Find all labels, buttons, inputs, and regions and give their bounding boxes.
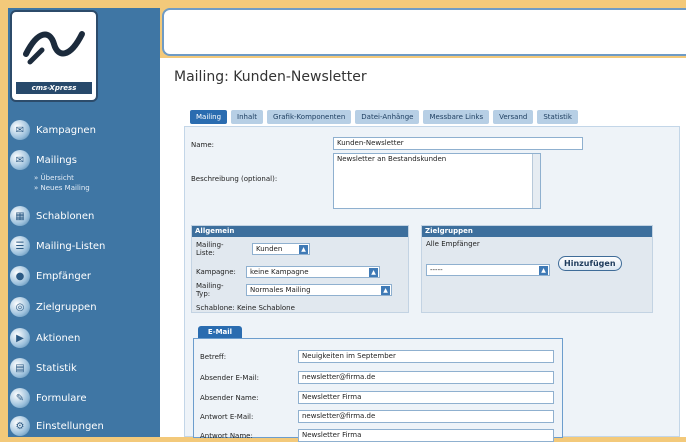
sidebar-item-label: Schablonen [36, 210, 95, 222]
sidebar-item-statistik[interactable]: ▤ Statistik [10, 356, 158, 380]
sidebar-item-zielgruppen[interactable]: ◎ Zielgruppen [10, 295, 158, 319]
sidebar-subitem-new-mailing[interactable]: » Neues Mailing [34, 184, 90, 192]
top-bar-panel [162, 8, 686, 56]
sidebar-item-label: Kampagnen [36, 124, 96, 136]
add-target-group-button[interactable]: Hinzufügen [558, 256, 622, 271]
sidebar-item-kampagnen[interactable]: ✉ Kampagnen [10, 118, 158, 142]
tab-statistik[interactable]: Statistik [537, 110, 578, 124]
tab-datei-anhaenge[interactable]: Datei-Anhänge [355, 110, 420, 124]
mailing-type-select[interactable]: Normales Mailing ▲ [246, 284, 392, 296]
tab-bar: Mailing Inhalt Grafik-Komponenten Datei-… [190, 110, 578, 124]
sidebar-item-label: Einstellungen [36, 420, 104, 432]
sidebar-item-aktionen[interactable]: ▶ Aktionen [10, 326, 158, 350]
reply-email-label: Antwort E-Mail: [200, 413, 254, 421]
logo-text: cms-Xpress [16, 82, 92, 94]
dropdown-arrow-icon: ▲ [299, 245, 308, 254]
mailing-type-label: Mailing-Typ: [196, 282, 224, 298]
general-box: Allgemein Mailing-Liste: Kunden ▲ Kampag… [191, 225, 409, 313]
mail-icon: ✉ [10, 150, 30, 170]
statistics-icon: ▤ [10, 358, 30, 378]
email-settings-box: Betreff: Neuigkeiten im September Absend… [193, 338, 563, 442]
logo: cms-Xpress [10, 10, 98, 102]
sidebar-item-label: Zielgruppen [36, 301, 97, 313]
dropdown-arrow-icon: ▲ [369, 268, 378, 277]
dropdown-arrow-icon: ▲ [381, 286, 390, 295]
sidebar-item-label: Mailings [36, 154, 77, 166]
tab-versand[interactable]: Versand [493, 110, 534, 124]
general-header: Allgemein [192, 226, 408, 237]
mailing-list-label: Mailing-Liste: [196, 241, 224, 257]
description-textarea[interactable]: Newsletter an Bestandskunden [333, 153, 541, 209]
target-group-select[interactable]: ----- ▲ [426, 264, 550, 276]
campaign-select[interactable]: keine Kampagne ▲ [246, 266, 380, 278]
sender-email-label: Absender E-Mail: [200, 374, 260, 382]
sender-name-label: Absender Name: [200, 394, 259, 402]
list-icon: ☰ [10, 236, 30, 256]
sender-name-input[interactable]: Newsletter Firma [298, 391, 554, 404]
dropdown-arrow-icon: ▲ [539, 266, 548, 275]
reply-email-input[interactable]: newsletter@firma.de [298, 410, 554, 423]
page-title: Mailing: Kunden-Newsletter [174, 69, 367, 85]
action-icon: ▶ [10, 328, 30, 348]
sidebar-item-label: Aktionen [36, 332, 81, 344]
top-bar [160, 0, 686, 58]
target-group-icon: ◎ [10, 297, 30, 317]
target-groups-header: Zielgruppen [422, 226, 652, 237]
sidebar-item-label: Formulare [36, 392, 87, 404]
sidebar-item-label: Statistik [36, 362, 77, 374]
sidebar-subitem-overview[interactable]: » Übersicht [34, 174, 74, 182]
tab-mailing[interactable]: Mailing [190, 110, 228, 124]
logo-wave-icon [23, 31, 85, 65]
recipient-icon: ● [10, 266, 30, 286]
target-groups-box: Zielgruppen Alle Empfänger ----- ▲ Hinzu… [421, 225, 653, 313]
app-window: cms-Xpress ✉ Kampagnen ✉ Mailings » Über… [0, 0, 686, 442]
settings-icon: ⚙ [10, 416, 30, 436]
sidebar-item-mailings[interactable]: ✉ Mailings [10, 148, 158, 172]
sidebar-item-einstellungen[interactable]: ⚙ Einstellungen [10, 414, 158, 438]
form-icon: ✎ [10, 388, 30, 408]
main-content: Mailing: Kunden-Newsletter Mailing Inhal… [160, 58, 686, 442]
campaign-label: Kampagne: [196, 268, 236, 276]
sidebar-item-schablonen[interactable]: ▦ Schablonen [10, 204, 158, 228]
sidebar-item-label: Empfänger [36, 270, 92, 282]
name-input[interactable]: Kunden-Newsletter [333, 137, 583, 150]
sidebar-item-empfaenger[interactable]: ● Empfänger [10, 264, 158, 288]
reply-name-label: Antwort Name: [200, 432, 253, 440]
sender-email-input[interactable]: newsletter@firma.de [298, 371, 554, 384]
sidebar-item-label: Mailing-Listen [36, 240, 106, 252]
tab-grafik-komponenten[interactable]: Grafik-Komponenten [266, 110, 352, 124]
sidebar-item-formulare[interactable]: ✎ Formulare [10, 386, 158, 410]
mailing-list-select[interactable]: Kunden ▲ [252, 243, 310, 255]
all-recipients-text: Alle Empfänger [426, 240, 480, 248]
subject-label: Betreff: [200, 353, 227, 361]
template-icon: ▦ [10, 206, 30, 226]
template-text: Schablone: Keine Schablone [196, 304, 295, 312]
description-label: Beschreibung (optional): [191, 175, 278, 183]
reply-name-input[interactable]: Newsletter Firma [298, 429, 554, 442]
description-scrollbar[interactable] [532, 154, 540, 208]
tab-messbare-links[interactable]: Messbare Links [423, 110, 490, 124]
subject-input[interactable]: Neuigkeiten im September [298, 350, 554, 363]
name-label: Name: [191, 141, 215, 149]
sidebar-item-mailing-listen[interactable]: ☰ Mailing-Listen [10, 234, 158, 258]
campaign-icon: ✉ [10, 120, 30, 140]
sidebar: cms-Xpress ✉ Kampagnen ✉ Mailings » Über… [8, 8, 160, 437]
tab-inhalt[interactable]: Inhalt [231, 110, 263, 124]
